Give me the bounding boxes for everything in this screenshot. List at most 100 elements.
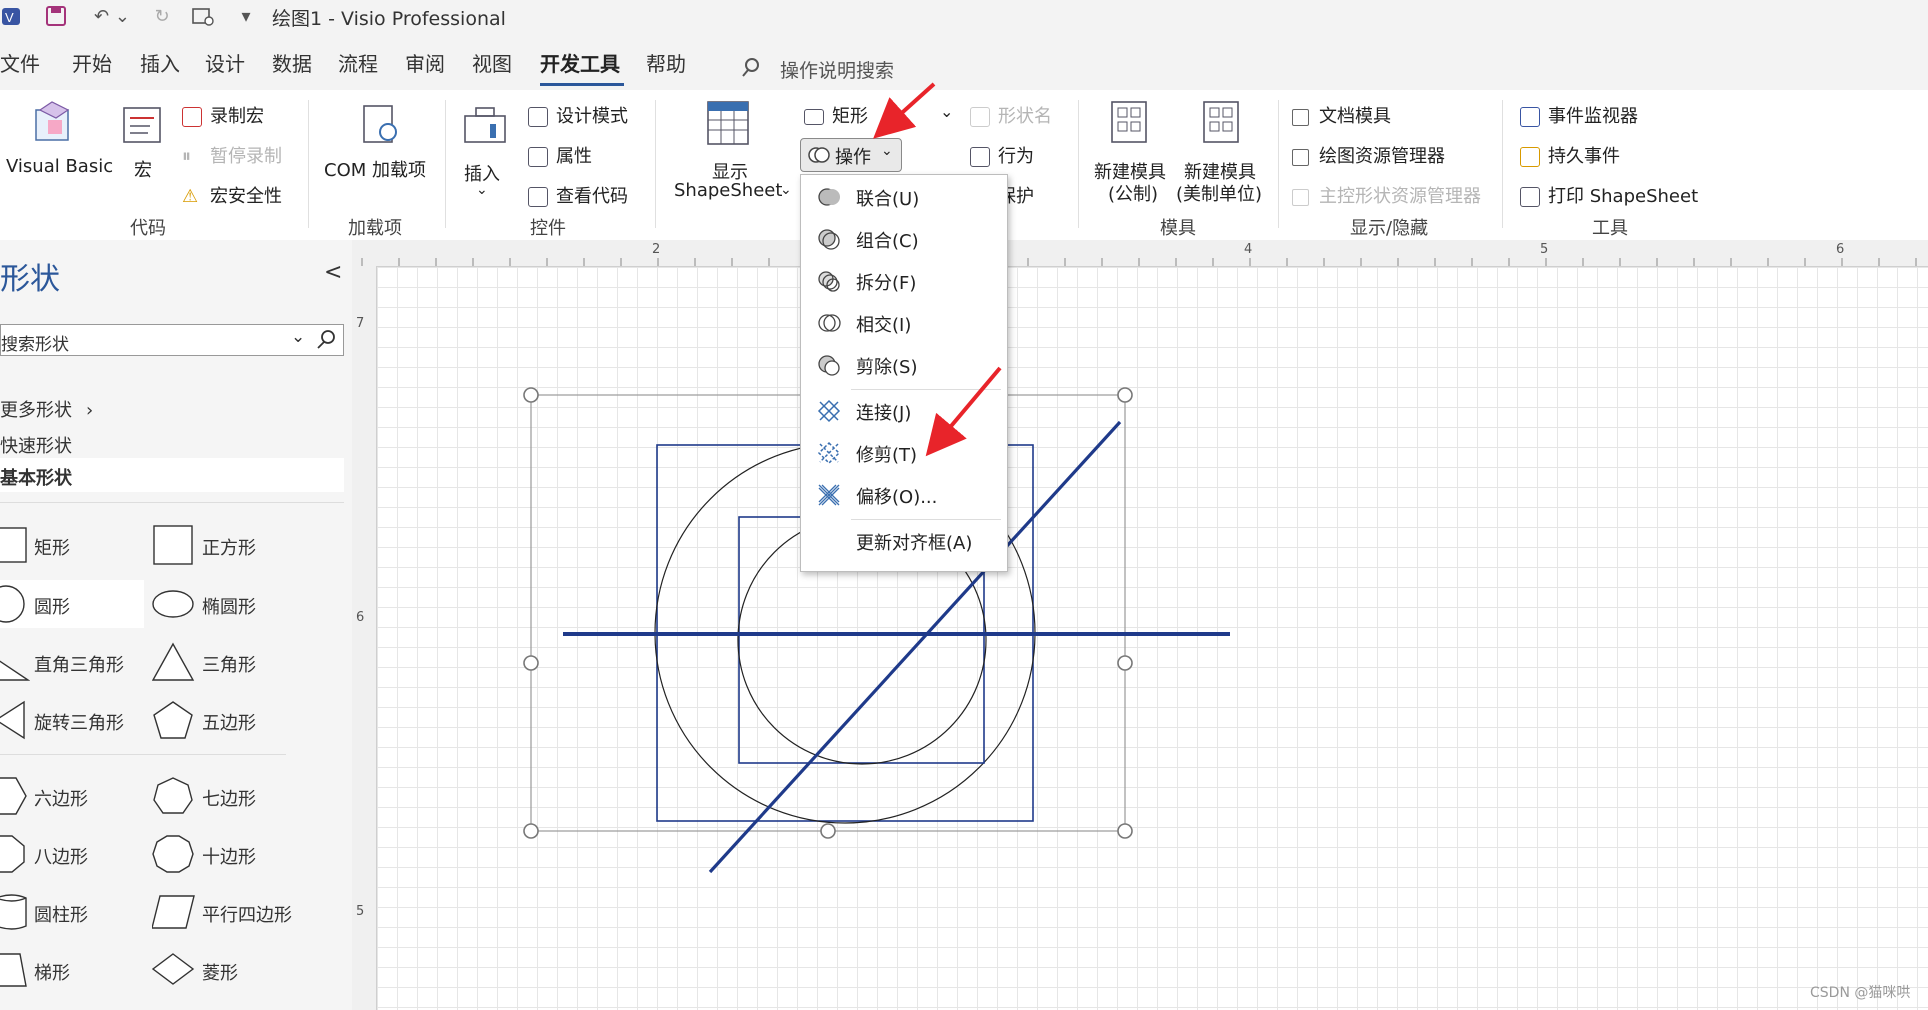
stencil-shape-heptagon[interactable]: 七边形 (152, 772, 322, 820)
undo-icon[interactable]: ↶ ⌄ (92, 4, 132, 28)
show-shapesheet-label-2: ShapeSheet (674, 180, 783, 201)
drawing-explorer-checkbox[interactable]: 绘图资源管理器 (1292, 142, 1445, 168)
show-shapesheet-button[interactable]: 显示 ShapeSheet ⌄ (668, 96, 792, 206)
shapes-panel: 形状 < 搜索形状 ⌄ 更多形状 › 快速形状 基本形状 矩形 正方形 圆形 椭圆… (0, 240, 352, 1010)
offset-icon (818, 484, 840, 506)
group-addins-label: 加载项 (348, 218, 402, 239)
shapes-search-input[interactable]: 搜索形状 ⌄ (0, 324, 344, 356)
tab-data[interactable]: 数据 (272, 48, 312, 77)
vertical-ruler: 7 6 5 (352, 266, 377, 1010)
ruler-ticks (361, 258, 1917, 266)
more-shapes-item[interactable]: 更多形状 › (0, 396, 93, 422)
tab-developer[interactable]: 开发工具 (540, 48, 620, 77)
ribbon-divider (1278, 100, 1279, 228)
view-code-button[interactable]: 查看代码 (528, 182, 628, 208)
visual-basic-label: Visual Basic (6, 156, 114, 177)
drawing-shapes[interactable] (377, 267, 1928, 1010)
search-icon[interactable] (315, 328, 337, 355)
properties-button[interactable]: 属性 (528, 142, 592, 168)
stencil-shape-decagon[interactable]: 十边形 (152, 830, 322, 878)
chevron-down-icon: ⌄ (780, 182, 792, 198)
union-icon (818, 188, 840, 206)
ruler-label: 2 (652, 242, 661, 257)
macros-button[interactable]: 宏 (118, 96, 168, 182)
tab-design[interactable]: 设计 (205, 48, 245, 77)
menu-divider (851, 519, 1001, 520)
stencil-shape-circle[interactable]: 圆形 (0, 580, 144, 628)
print-shapesheet-button[interactable]: 打印 ShapeSheet (1520, 182, 1698, 208)
document-stencil-checkbox[interactable]: 文档模具 (1292, 102, 1391, 128)
tab-process[interactable]: 流程 (338, 48, 378, 77)
stencil-shape-trapezoid[interactable]: 梯形 (0, 946, 144, 994)
selection-handle[interactable] (523, 387, 539, 403)
tab-home[interactable]: 开始 (72, 48, 112, 77)
new-stencil-metric-button[interactable]: 新建模具 (公制) (1090, 96, 1174, 206)
drawing-canvas[interactable] (377, 267, 1928, 1010)
visual-basic-button[interactable]: Visual Basic (2, 96, 114, 182)
tab-help[interactable]: 帮助 (646, 48, 686, 77)
rectangle-button[interactable]: 矩形 (804, 102, 868, 128)
triangle-shape-icon (152, 642, 195, 681)
stencil-shape-right-triangle[interactable]: 直角三角形 (0, 638, 144, 686)
diamond-shape-icon (152, 953, 195, 985)
active-tab-indicator (540, 83, 624, 86)
persistent-events-icon (1520, 147, 1540, 167)
stencil-shape-cylinder[interactable]: 圆柱形 (0, 888, 144, 936)
menu-divider (851, 389, 1001, 390)
behavior-button[interactable]: 行为 (970, 142, 1034, 168)
tab-review[interactable]: 审阅 (405, 48, 445, 77)
stencil-shape-ellipse[interactable]: 椭圆形 (152, 580, 322, 628)
stencil-shape-pentagon[interactable]: 五边形 (152, 696, 322, 744)
chevron-down-icon[interactable]: ⌄ (291, 327, 305, 347)
menu-item-join[interactable]: 连接(J) (801, 391, 1007, 431)
checkbox-icon (1292, 108, 1309, 126)
stencil-shape-triangle[interactable]: 三角形 (152, 638, 322, 686)
event-monitor-button[interactable]: 事件监视器 (1520, 102, 1638, 128)
menu-item-update-alignment-box[interactable]: 更新对齐框(A) (801, 521, 1007, 561)
design-mode-icon (528, 107, 548, 127)
selection-handle[interactable] (523, 655, 539, 671)
tell-me-search[interactable]: 操作说明搜索 (740, 56, 894, 83)
save-icon[interactable] (44, 4, 68, 28)
menu-item-intersect[interactable]: 相交(I) (801, 303, 1007, 343)
menu-item-combine[interactable]: 组合(C) (801, 219, 1007, 259)
selection-handle[interactable] (1117, 655, 1133, 671)
stencil-shape-octagon[interactable]: 八边形 (0, 830, 144, 878)
dropdown-icon[interactable]: ▾ (236, 4, 256, 28)
basic-shapes-item[interactable]: 基本形状 (0, 458, 344, 492)
menu-item-union[interactable]: 联合(U) (801, 177, 1007, 217)
menu-item-offset[interactable]: 偏移(O)... (801, 475, 1007, 515)
tab-insert[interactable]: 插入 (140, 48, 180, 77)
new-stencil-us-button[interactable]: 新建模具 (美制单位) (1176, 96, 1280, 206)
selection-handle[interactable] (1117, 387, 1133, 403)
design-mode-button[interactable]: 设计模式 (528, 102, 628, 128)
macros-label: 宏 (134, 160, 152, 181)
stencil-shape-rectangle[interactable]: 矩形 (0, 522, 140, 568)
collapse-panel-icon[interactable]: < (324, 260, 342, 285)
trim-icon (817, 441, 841, 465)
selection-handle[interactable] (820, 823, 836, 839)
stencil-shape-rotated-triangle[interactable]: 旋转三角形 (0, 696, 144, 744)
customize-icon[interactable] (188, 4, 218, 28)
selection-handle[interactable] (523, 823, 539, 839)
insert-control-button[interactable]: 插入 ⌄ (458, 96, 514, 206)
menu-item-subtract[interactable]: 剪除(S) (801, 345, 1007, 385)
stencil-shape-square[interactable]: 正方形 (152, 522, 322, 568)
menu-item-trim[interactable]: 修剪(T) (801, 433, 1007, 473)
operations-button[interactable]: 操作 ⌄ (800, 138, 902, 172)
tab-view[interactable]: 视图 (472, 48, 512, 77)
right-triangle-shape-icon (0, 660, 30, 681)
stencil-shape-diamond[interactable]: 菱形 (152, 946, 322, 994)
com-addins-button[interactable]: COM 加载项 (320, 96, 440, 182)
stencil-shape-hexagon[interactable]: 六边形 (0, 772, 144, 820)
selection-handle[interactable] (1117, 823, 1133, 839)
chevron-down-icon[interactable]: ⌄ (940, 102, 953, 121)
persistent-events-button[interactable]: 持久事件 (1520, 142, 1620, 168)
menu-item-fragment[interactable]: 拆分(F) (801, 261, 1007, 301)
tab-file[interactable]: 文件 (0, 48, 40, 77)
stencil-shape-parallelogram[interactable]: 平行四边形 (152, 888, 322, 936)
shapes-panel-title: 形状 (0, 262, 60, 297)
record-macro-button[interactable]: 录制宏 (182, 102, 264, 128)
macro-security-button[interactable]: ⚠ 宏安全性 (182, 182, 282, 208)
quick-shapes-item[interactable]: 快速形状 (0, 432, 72, 458)
